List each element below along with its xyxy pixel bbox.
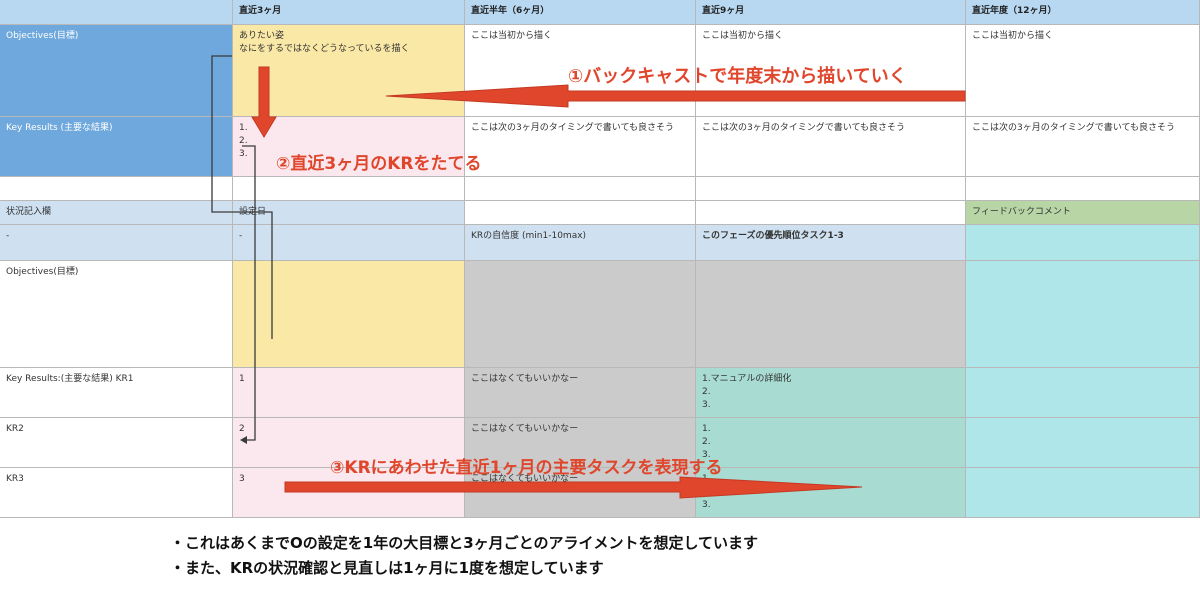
feedback-cell[interactable] [966, 225, 1200, 261]
footnote-line: ・これはあくまでOの設定を1年の大目標と3ヶ月ごとのアライメントを想定しています [170, 534, 759, 552]
footnotes: ・これはあくまでOの設定を1年の大目標と3ヶ月ごとのアライメントを想定しています… [170, 531, 758, 581]
empty-cell[interactable] [465, 177, 696, 201]
kr3-task-item: 1. [702, 474, 711, 484]
kr2-label[interactable]: KR2 [0, 418, 233, 468]
kr-3-months-item: 1. [239, 123, 248, 133]
feedback-cell[interactable] [966, 418, 1200, 468]
kr-3-months-item: 2. [239, 136, 248, 146]
empty-cell[interactable] [465, 201, 696, 225]
backcast-annotation: ①バックキャストで年度末から描いていく [568, 66, 907, 87]
header-6-months[interactable]: 直近半年（6ヶ月） [465, 0, 696, 25]
objective-3-months[interactable]: ありたい姿 なにをするではなくどうなっているを描く [233, 25, 465, 117]
set-date-header[interactable]: 設定日 [233, 201, 465, 225]
feedback-cell[interactable] [966, 368, 1200, 418]
kr1-tasks[interactable]: 1.マニュアルの詳細化 2. 3. [696, 368, 966, 418]
objective-12-months[interactable]: ここは当初から描く [966, 25, 1200, 117]
priority-tasks-header[interactable]: このフェーズの優先順位タスク1-3 [696, 225, 966, 261]
feedback-comment-header[interactable]: フィードバックコメント [966, 201, 1200, 225]
empty-cell[interactable] [696, 201, 966, 225]
status-objectives-label[interactable]: Objectives(目標) [0, 261, 233, 368]
objective-3-months-line1: ありたい姿 [239, 31, 285, 41]
kr1-task-item: 1.マニュアルの詳細化 [702, 374, 792, 384]
kr3-label[interactable]: KR3 [0, 468, 233, 518]
status-objectives-tasks[interactable] [696, 261, 966, 368]
kr3-task-item: 2. [702, 487, 711, 497]
kr-12-months[interactable]: ここは次の3ヶ月のタイミングで書いても良さそう [966, 117, 1200, 177]
empty-cell[interactable] [966, 177, 1200, 201]
kr1-task-item: 2. [702, 387, 711, 397]
kr-9-months[interactable]: ここは次の3ヶ月のタイミングで書いても良さそう [696, 117, 966, 177]
key-results-label[interactable]: Key Results (主要な結果) [0, 117, 233, 177]
kr2-task-item: 3. [702, 450, 711, 460]
status-sub-label[interactable]: - [0, 225, 233, 261]
kr1-date[interactable]: 1 [233, 368, 465, 418]
status-objectives-date[interactable] [233, 261, 465, 368]
kr2-tasks[interactable]: 1. 2. 3. [696, 418, 966, 468]
kr3-tasks[interactable]: 1. 2. 3. [696, 468, 966, 518]
status-objectives-confidence[interactable] [465, 261, 696, 368]
header-3-months[interactable]: 直近3ヶ月 [233, 0, 465, 25]
empty-cell[interactable] [233, 177, 465, 201]
feedback-cell[interactable] [966, 468, 1200, 518]
header-9-months[interactable]: 直近9ヶ月 [696, 0, 966, 25]
header-12-months[interactable]: 直近年度（12ヶ月） [966, 0, 1200, 25]
kr1-confidence[interactable]: ここはなくてもいいかなー [465, 368, 696, 418]
objective-3-months-line2: なにをするではなくどうなっているを描く [239, 44, 410, 54]
task-annotation: ③KRにあわせた直近1ヶ月の主要タスクを表現する [330, 458, 723, 478]
empty-cell[interactable] [696, 177, 966, 201]
kr-annotation: ②直近3ヶ月のKRをたてる [276, 154, 482, 174]
empty-cell[interactable] [0, 177, 233, 201]
status-sub-date[interactable]: - [233, 225, 465, 261]
kr1-task-item: 3. [702, 400, 711, 410]
kr1-label[interactable]: Key Results:(主要な結果) KR1 [0, 368, 233, 418]
feedback-cell[interactable] [966, 261, 1200, 368]
kr3-task-item: 3. [702, 500, 711, 510]
kr2-task-item: 2. [702, 437, 711, 447]
kr2-task-item: 1. [702, 424, 711, 434]
footnote-line: ・また、KRの状況確認と見直しは1ヶ月に1度を想定しています [170, 559, 604, 577]
objectives-label[interactable]: Objectives(目標) [0, 25, 233, 117]
kr-6-months[interactable]: ここは次の3ヶ月のタイミングで書いても良さそう [465, 117, 696, 177]
confidence-header[interactable]: KRの自信度 (min1-10max) [465, 225, 696, 261]
header-corner-cell[interactable] [0, 0, 233, 25]
status-section-label[interactable]: 状況記入欄 [0, 201, 233, 225]
